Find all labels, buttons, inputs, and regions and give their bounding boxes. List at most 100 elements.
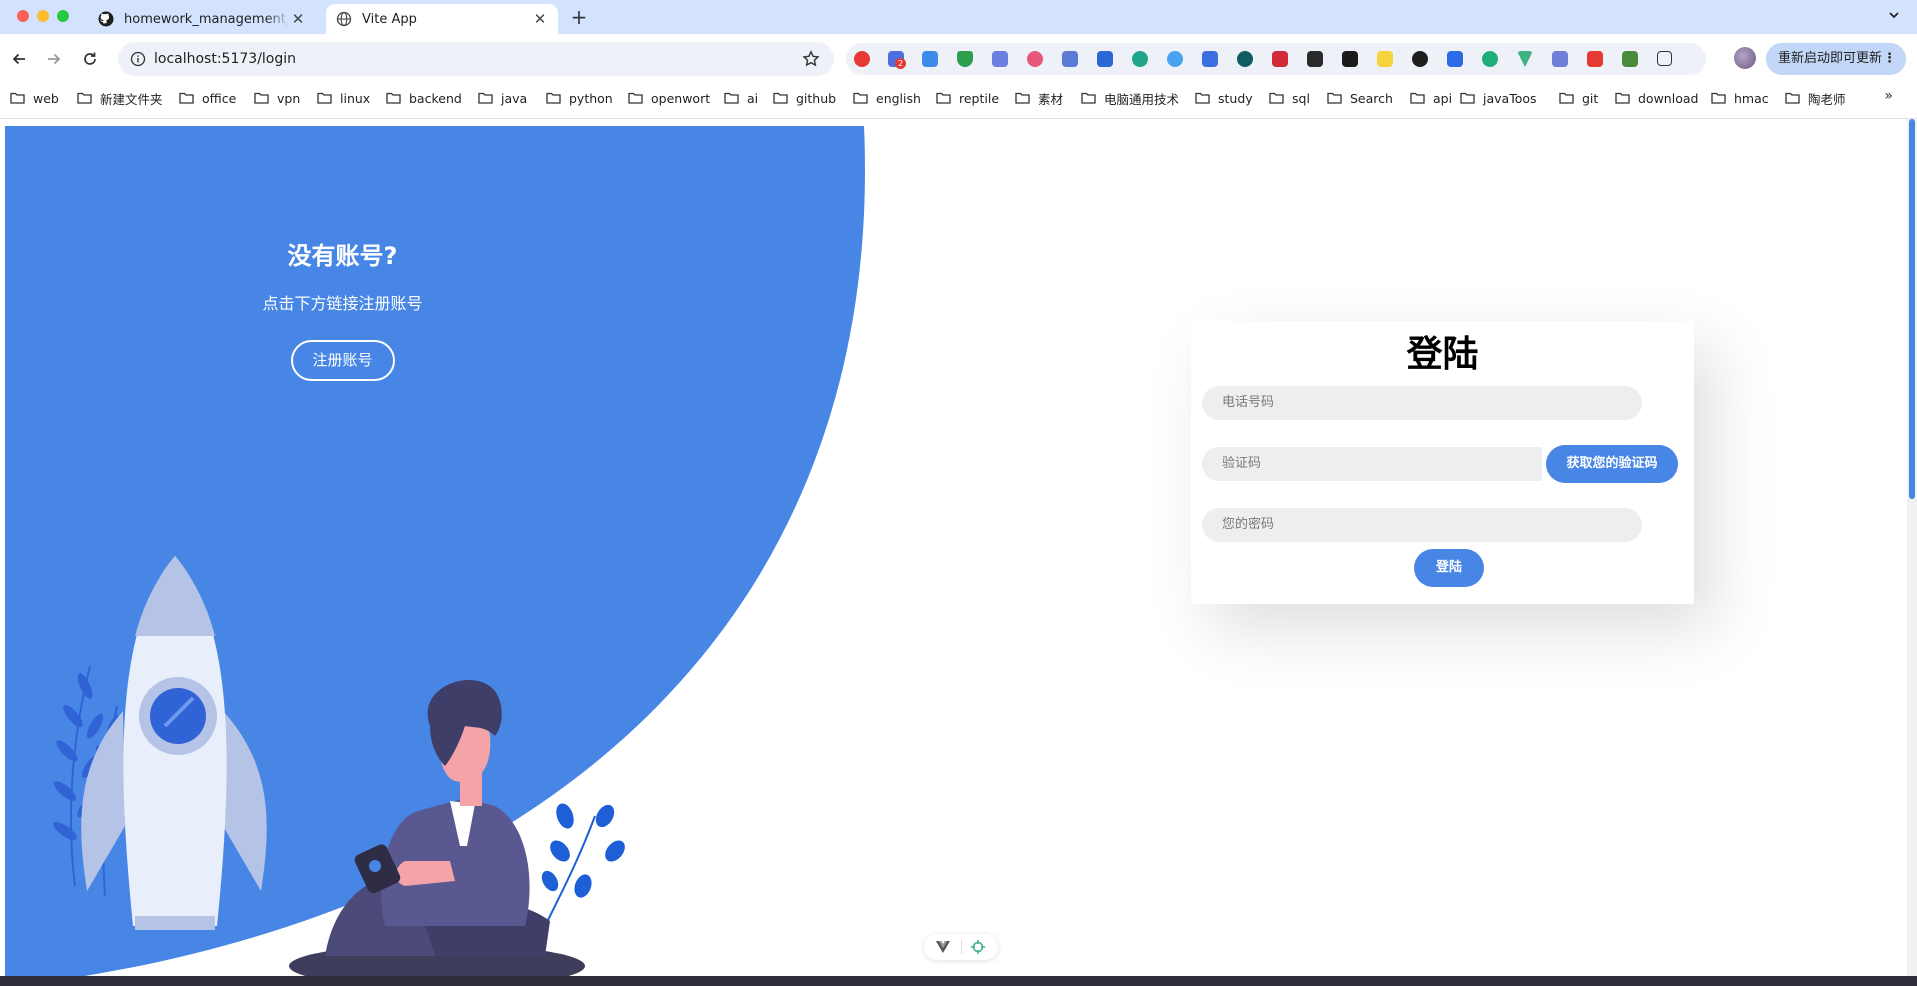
close-tab-icon[interactable]: ✕ (290, 11, 306, 27)
extension-icon[interactable] (1167, 51, 1183, 67)
scrollbar-thumb[interactable] (1909, 119, 1915, 499)
vue-devtools-icon[interactable] (1517, 51, 1533, 67)
extension-icon[interactable] (1132, 51, 1148, 67)
bookmark-folder[interactable]: download (1615, 88, 1698, 108)
translate-extension-icon[interactable] (1062, 51, 1078, 67)
folder-icon (1711, 92, 1726, 104)
update-button[interactable]: 重新启动即可更新 ⋮ (1766, 43, 1906, 75)
folder-icon (1410, 92, 1425, 104)
phone-input[interactable]: 电话号码 (1202, 386, 1642, 420)
more-menu-icon[interactable]: ⋮ (1883, 43, 1896, 75)
adblock-extension-icon[interactable] (854, 51, 870, 67)
extension-icon[interactable] (1202, 51, 1218, 67)
extension-icon[interactable] (1237, 51, 1253, 67)
extension-icon[interactable] (1412, 51, 1428, 67)
close-tab-icon[interactable]: ✕ (532, 11, 548, 27)
folder-icon (546, 92, 561, 104)
extension-icon[interactable] (1097, 51, 1113, 67)
maximize-window-button[interactable] (57, 10, 69, 22)
bookmark-folder[interactable]: sql (1269, 88, 1310, 108)
tab-strip: homework_management_system ✕ Vite App ✕ … (0, 0, 1917, 34)
tab-homework-management[interactable]: homework_management_system ✕ (88, 4, 316, 34)
folder-icon (77, 92, 92, 104)
folder-icon (1559, 92, 1574, 104)
bookmark-folder[interactable]: python (546, 88, 613, 108)
folder-icon (853, 92, 868, 104)
terminal-extension-icon[interactable] (1342, 51, 1358, 67)
get-verification-code-button[interactable]: 获取您的验证码 (1546, 445, 1678, 483)
back-arrow-icon[interactable] (7, 47, 31, 71)
github-icon (98, 11, 114, 27)
bookmark-folder[interactable]: ai (724, 88, 758, 108)
bookmark-folder[interactable]: english (853, 88, 921, 108)
bookmark-folder[interactable]: backend (386, 88, 462, 108)
site-info-icon[interactable] (130, 51, 146, 67)
person-icon (325, 679, 550, 956)
shield-extension-icon[interactable] (957, 51, 973, 67)
bookmark-folder[interactable]: vpn (254, 88, 300, 108)
bookmark-folder[interactable]: 电脑通用技术 (1081, 88, 1179, 108)
extension-icon[interactable]: 2 (888, 51, 906, 69)
login-button[interactable]: 登陆 (1414, 549, 1484, 587)
extension-icon[interactable] (1447, 51, 1463, 67)
address-bar[interactable]: localhost:5173/login (118, 42, 834, 76)
folder-icon (1460, 92, 1475, 104)
extension-badge: 2 (895, 58, 906, 69)
bookmark-star-icon[interactable] (802, 50, 820, 68)
bookmarks-overflow-icon[interactable]: » (1884, 88, 1893, 104)
reload-icon[interactable] (78, 47, 102, 71)
bookmark-folder[interactable]: git (1559, 88, 1598, 108)
bookmark-folder[interactable]: api (1410, 88, 1452, 108)
bookmark-folder[interactable]: java (478, 88, 527, 108)
extension-icon[interactable] (1622, 51, 1638, 67)
extension-icon[interactable] (1552, 51, 1568, 67)
folder-icon (773, 92, 788, 104)
tab-vite-app[interactable]: Vite App ✕ (326, 4, 558, 34)
forward-arrow-icon[interactable] (42, 47, 66, 71)
extension-icon[interactable] (1377, 51, 1393, 67)
verification-code-input[interactable]: 验证码 (1202, 447, 1542, 481)
extension-icon[interactable] (1027, 51, 1043, 67)
bookmark-folder[interactable]: hmac (1711, 88, 1769, 108)
devbar-divider (961, 940, 962, 954)
folder-icon (317, 92, 332, 104)
extension-icon[interactable] (922, 51, 938, 67)
bookmark-folder[interactable]: 素材 (1015, 88, 1063, 108)
bookmark-folder[interactable]: javaToos (1460, 88, 1537, 108)
vue-devtools-bar[interactable] (924, 934, 998, 960)
tab-title: Vite App (362, 11, 417, 27)
folder-icon (1269, 92, 1284, 104)
bookmark-folder[interactable]: Search (1327, 88, 1393, 108)
bookmark-folder[interactable]: 陶老师 (1785, 88, 1846, 108)
bookmark-folder[interactable]: web (10, 88, 59, 108)
leaf-plant-icon (541, 803, 625, 927)
puzzle-extensions-icon[interactable] (1657, 51, 1672, 66)
bookmark-folder[interactable]: 新建文件夹 (77, 88, 163, 108)
extension-icon[interactable] (992, 51, 1008, 67)
folder-icon (478, 92, 493, 104)
bookmark-folder[interactable]: study (1195, 88, 1253, 108)
folder-icon (254, 92, 269, 104)
chevron-down-icon[interactable] (1883, 6, 1905, 28)
minimize-window-button[interactable] (37, 10, 49, 22)
page-scrollbar[interactable] (1907, 119, 1917, 976)
login-page: 没有账号? 点击下方链接注册账号 注册账号 登陆 电话号码 验证码 获取您的验证… (5, 126, 1907, 976)
crosshair-icon[interactable] (971, 940, 985, 954)
window-bottom-edge (0, 976, 1917, 986)
password-input[interactable]: 您的密码 (1202, 508, 1642, 542)
extension-icon[interactable] (1587, 51, 1603, 67)
url-text: localhost:5173/login (154, 51, 297, 67)
login-title: 登陆 (1406, 334, 1479, 375)
bookmark-folder[interactable]: reptile (936, 88, 999, 108)
close-window-button[interactable] (17, 10, 29, 22)
bookmark-folder[interactable]: linux (317, 88, 370, 108)
new-tab-button[interactable]: + (568, 6, 590, 28)
bookmark-folder[interactable]: openwort (628, 88, 710, 108)
bookmark-folder[interactable]: github (773, 88, 836, 108)
extension-icon[interactable] (1272, 51, 1288, 67)
avatar[interactable] (1734, 47, 1756, 69)
bookmark-folder[interactable]: office (179, 88, 236, 108)
vue-logo-icon[interactable] (936, 941, 950, 953)
extension-icon[interactable] (1307, 51, 1323, 67)
extension-icon[interactable] (1482, 51, 1498, 67)
